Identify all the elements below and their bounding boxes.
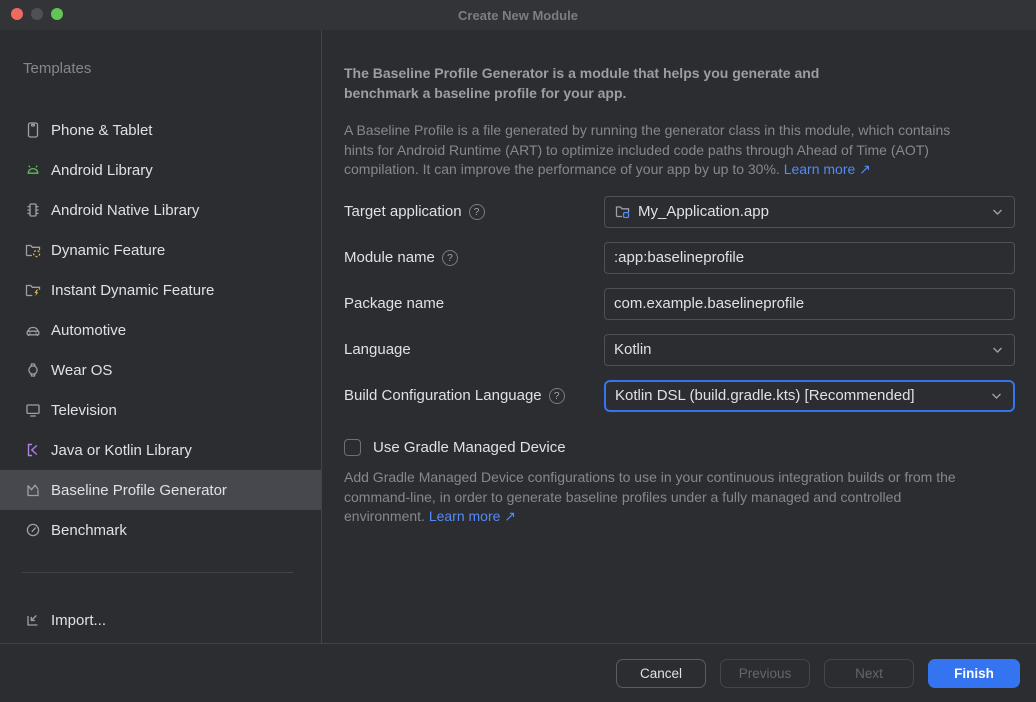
language-row: Language Kotlin: [344, 334, 1015, 366]
import-icon: [24, 611, 42, 629]
use-gmd-checkbox[interactable]: [344, 439, 361, 456]
sidebar-item-label: Import...: [51, 612, 106, 629]
phone-tablet-icon: [24, 121, 42, 139]
dynamic-feature-icon: [24, 241, 42, 259]
java-kotlin-icon: [24, 441, 42, 459]
language-dropdown[interactable]: Kotlin: [604, 334, 1015, 366]
android-icon: [24, 161, 42, 179]
minimize-window-icon[interactable]: [31, 8, 43, 20]
native-library-icon: [24, 201, 42, 219]
automotive-icon: [24, 321, 42, 339]
sidebar-item-wear-os[interactable]: Wear OS: [0, 350, 321, 390]
sidebar-item-label: Dynamic Feature: [51, 242, 165, 259]
target-application-row: Target application ? My_Application.app: [344, 196, 1015, 228]
gmd-help-text: Add Gradle Managed Device configurations…: [344, 468, 984, 527]
module-description: A Baseline Profile is a file generated b…: [344, 121, 978, 180]
sidebar-divider: [22, 572, 293, 573]
gmd-learn-more-link[interactable]: Learn more ↗: [429, 508, 516, 524]
target-application-value: My_Application.app: [638, 203, 769, 220]
benchmark-icon: [24, 521, 42, 539]
wear-os-icon: [24, 361, 42, 379]
package-name-label: Package name: [344, 295, 604, 312]
sidebar-item-phone-tablet[interactable]: Phone & Tablet: [0, 110, 321, 150]
module-name-row: Module name ?: [344, 242, 1015, 274]
close-window-icon[interactable]: [11, 8, 23, 20]
sidebar-item-label: Android Native Library: [51, 202, 199, 219]
sidebar-item-android-native-library[interactable]: Android Native Library: [0, 190, 321, 230]
build-config-language-row: Build Configuration Language ? Kotlin DS…: [344, 380, 1015, 412]
chevron-down-icon: [992, 345, 1003, 355]
sidebar-item-label: Android Library: [51, 162, 153, 179]
help-icon[interactable]: ?: [549, 388, 565, 404]
app-module-icon: [614, 203, 632, 221]
sidebar-item-label: Phone & Tablet: [51, 122, 152, 139]
baseline-profile-icon: [24, 481, 42, 499]
previous-button: Previous: [720, 659, 810, 688]
title-bar: Create New Module: [0, 0, 1036, 30]
module-form: Target application ? My_Application.app: [344, 196, 1015, 412]
sidebar-item-instant-dynamic-feature[interactable]: Instant Dynamic Feature: [0, 270, 321, 310]
sidebar-item-label: Java or Kotlin Library: [51, 442, 192, 459]
templates-header: Templates: [23, 60, 321, 80]
television-icon: [24, 401, 42, 419]
module-heading: The Baseline Profile Generator is a modu…: [344, 64, 892, 103]
sidebar-item-television[interactable]: Television: [0, 390, 321, 430]
module-config-panel: The Baseline Profile Generator is a modu…: [322, 30, 1036, 643]
dialog-footer: Cancel Previous Next Finish: [0, 643, 1036, 702]
chevron-down-icon: [992, 207, 1003, 217]
create-new-module-dialog: Create New Module Templates Phone & Tabl…: [0, 0, 1036, 702]
sidebar-item-automotive[interactable]: Automotive: [0, 310, 321, 350]
help-icon[interactable]: ?: [469, 204, 485, 220]
sidebar-item-android-library[interactable]: Android Library: [0, 150, 321, 190]
sidebar-item-label: Instant Dynamic Feature: [51, 282, 214, 299]
build-config-language-label: Build Configuration Language ?: [344, 387, 604, 404]
learn-more-link[interactable]: Learn more ↗: [784, 161, 871, 177]
build-config-language-dropdown[interactable]: Kotlin DSL (build.gradle.kts) [Recommend…: [604, 380, 1015, 412]
templates-sidebar: Templates Phone & Tablet Android Library: [0, 30, 322, 643]
target-application-label: Target application ?: [344, 203, 604, 220]
instant-dynamic-feature-icon: [24, 281, 42, 299]
target-application-dropdown[interactable]: My_Application.app: [604, 196, 1015, 228]
sidebar-item-java-kotlin-library[interactable]: Java or Kotlin Library: [0, 430, 321, 470]
language-label: Language: [344, 341, 604, 358]
build-config-language-value: Kotlin DSL (build.gradle.kts) [Recommend…: [615, 387, 915, 404]
language-value: Kotlin: [614, 341, 652, 358]
package-name-input[interactable]: [604, 288, 1015, 320]
dialog-title: Create New Module: [458, 8, 578, 23]
module-name-input[interactable]: [604, 242, 1015, 274]
sidebar-item-label: Wear OS: [51, 362, 112, 379]
sidebar-item-import[interactable]: Import...: [0, 600, 321, 640]
module-name-label: Module name ?: [344, 249, 604, 266]
sidebar-item-label: Automotive: [51, 322, 126, 339]
templates-list: Phone & Tablet Android Library: [0, 110, 321, 550]
sidebar-item-label: Television: [51, 402, 117, 419]
next-button: Next: [824, 659, 914, 688]
cancel-button[interactable]: Cancel: [616, 659, 706, 688]
sidebar-item-dynamic-feature[interactable]: Dynamic Feature: [0, 230, 321, 270]
zoom-window-icon[interactable]: [51, 8, 63, 20]
chevron-down-icon: [991, 391, 1002, 401]
package-name-row: Package name: [344, 288, 1015, 320]
sidebar-item-label: Benchmark: [51, 522, 127, 539]
sidebar-item-benchmark[interactable]: Benchmark: [0, 510, 321, 550]
sidebar-item-label: Baseline Profile Generator: [51, 482, 227, 499]
sidebar-item-baseline-profile-generator[interactable]: Baseline Profile Generator: [0, 470, 321, 510]
use-gmd-checkbox-row[interactable]: Use Gradle Managed Device: [344, 439, 1015, 456]
help-icon[interactable]: ?: [442, 250, 458, 266]
use-gmd-label: Use Gradle Managed Device: [373, 439, 566, 456]
finish-button[interactable]: Finish: [928, 659, 1020, 688]
